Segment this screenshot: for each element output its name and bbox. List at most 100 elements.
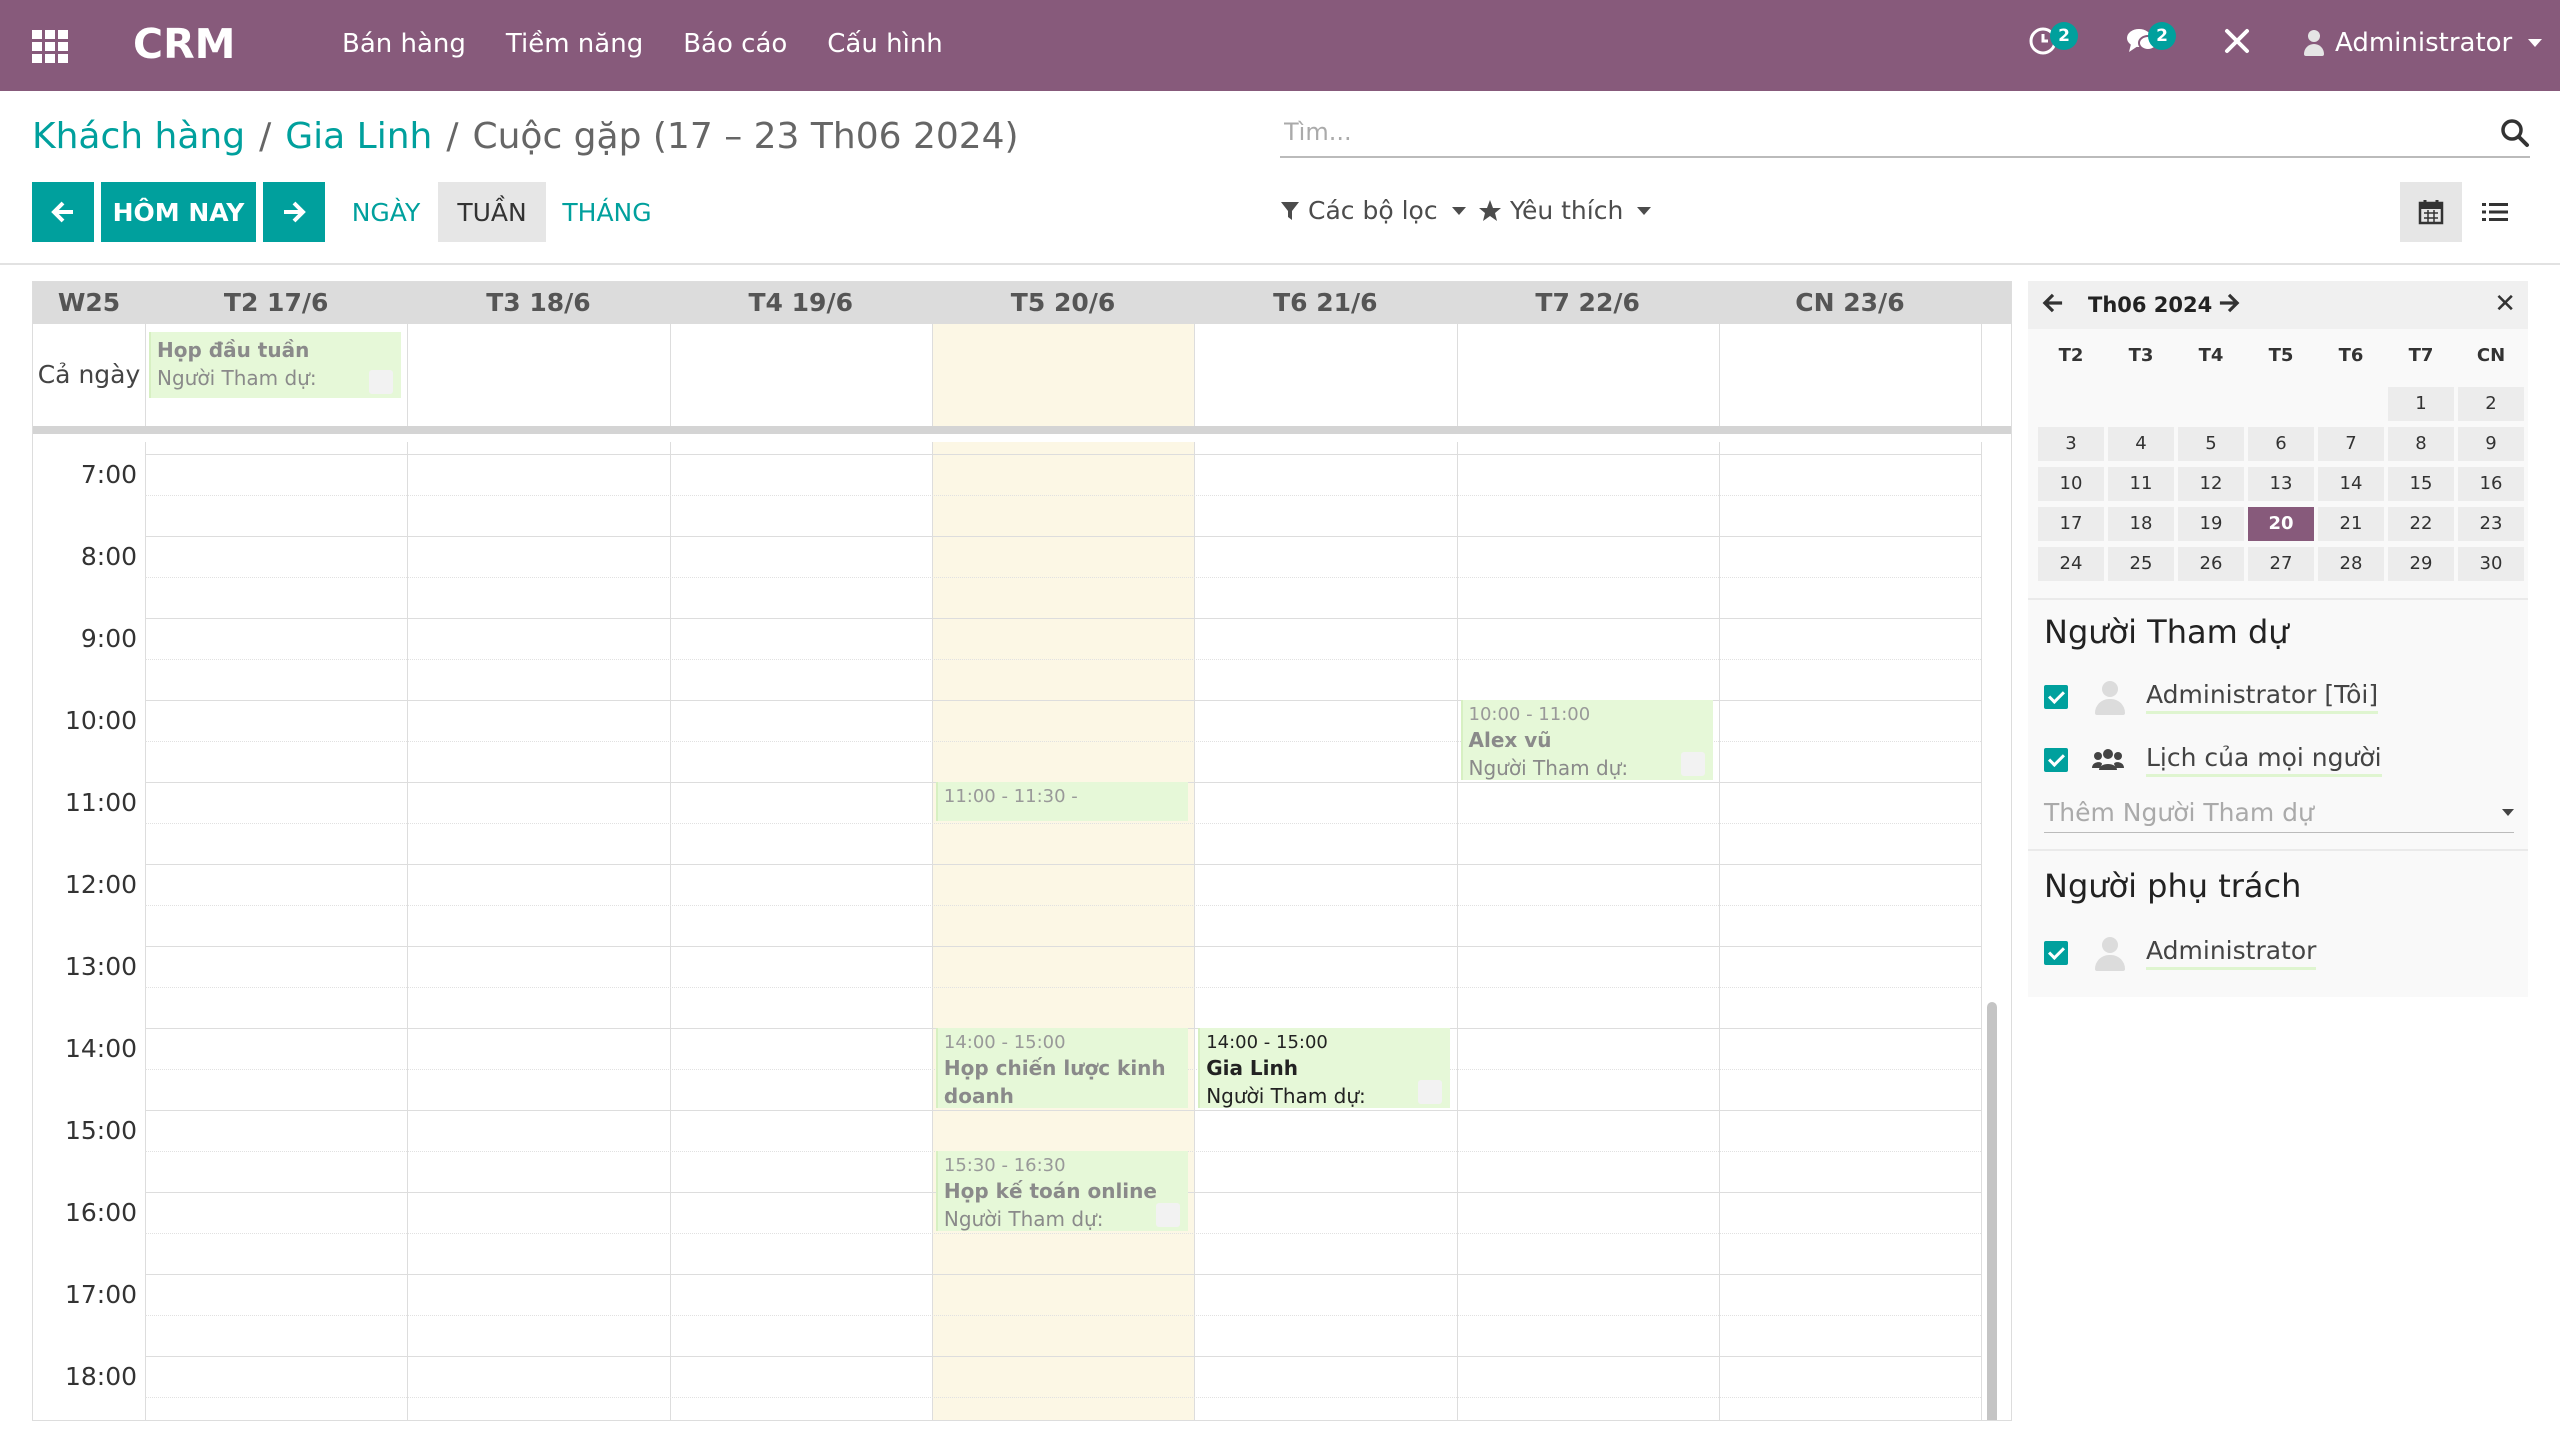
today-button[interactable]: HÔM NAY	[101, 182, 256, 242]
day-header[interactable]: T2 17/6	[145, 282, 407, 324]
chevron-down-icon	[2528, 39, 2543, 47]
scale-day-button[interactable]: NGÀY	[338, 182, 434, 242]
mini-day-cell[interactable]: 22	[2388, 507, 2454, 541]
mini-day-cell[interactable]: 14	[2318, 467, 2384, 501]
day-header[interactable]: T6 21/6	[1194, 282, 1456, 324]
hour-gridline	[145, 618, 1981, 619]
day-header[interactable]: CN 23/6	[1719, 282, 1981, 324]
attendee-checkbox[interactable]	[2044, 685, 2068, 709]
hour-gridline	[145, 864, 1981, 865]
breadcrumb-separator: /	[446, 116, 459, 157]
mini-day-cell[interactable]: 12	[2178, 467, 2244, 501]
mini-weekday-header: T6	[2338, 345, 2364, 366]
hour-label: 12:00	[64, 870, 137, 899]
mini-day-cell[interactable]: 30	[2458, 547, 2524, 581]
menu-ban-hang[interactable]: Bán hàng	[342, 29, 466, 59]
favorites-dropdown[interactable]: Yêu thích	[1478, 196, 1652, 225]
day-header[interactable]: T5 20/6	[932, 282, 1194, 324]
mini-day-cell[interactable]: 2	[2458, 387, 2524, 421]
mini-day-cell[interactable]: 18	[2108, 507, 2174, 541]
mini-day-cell[interactable]: 28	[2318, 547, 2384, 581]
search-icon[interactable]	[2500, 118, 2530, 148]
calendar-view-button[interactable]	[2400, 182, 2462, 242]
avatar	[2092, 935, 2128, 971]
search-input[interactable]	[1280, 112, 2470, 152]
calendar-event[interactable]: 14:00 - 15:00 Gia Linh Người Tham dự:	[1198, 1028, 1451, 1108]
mini-day-cell[interactable]: 7	[2318, 427, 2384, 461]
mini-day-cell[interactable]: 29	[2388, 547, 2454, 581]
mini-weekday-header: T7	[2408, 345, 2434, 366]
close-icon[interactable]: ✕	[2494, 289, 2516, 319]
mini-day-cell[interactable]: 11	[2108, 467, 2174, 501]
day-header[interactable]: T3 18/6	[407, 282, 669, 324]
menu-tiem-nang[interactable]: Tiềm năng	[506, 29, 643, 59]
mini-next-month-button[interactable]	[2218, 291, 2240, 319]
allday-event[interactable]: Họp đầu tuần Người Tham dự:	[149, 332, 402, 398]
add-attendee-select[interactable]: Thêm Người Tham dự	[2044, 793, 2514, 833]
hour-label: 15:00	[64, 1116, 137, 1145]
messages-button[interactable]: 2	[2126, 22, 2176, 64]
apps-grid-icon[interactable]	[32, 30, 68, 63]
hour-label: 18:00	[64, 1362, 137, 1391]
scrollbar-thumb[interactable]	[1987, 1002, 1997, 1420]
mini-day-cell[interactable]: 26	[2178, 547, 2244, 581]
mini-day-cell[interactable]: 25	[2108, 547, 2174, 581]
scale-month-button[interactable]: THÁNG	[552, 182, 662, 242]
hour-gridline	[145, 1110, 1981, 1111]
sidebar-divider	[2028, 849, 2528, 851]
list-view-button[interactable]	[2464, 182, 2526, 242]
menu-cau-hinh[interactable]: Cấu hình	[827, 29, 943, 59]
mini-day-cell[interactable]: 24	[2038, 547, 2104, 581]
mini-day-cell[interactable]: 13	[2248, 467, 2314, 501]
mini-day-cell[interactable]: 6	[2248, 427, 2314, 461]
mini-day-cell[interactable]: 1	[2388, 387, 2454, 421]
mini-day-cell[interactable]: 3	[2038, 427, 2104, 461]
mini-weekday-header: T3	[2128, 345, 2154, 366]
mini-day-cell[interactable]: 19	[2178, 507, 2244, 541]
mini-day-cell[interactable]: 5	[2178, 427, 2244, 461]
mini-day-cell[interactable]: 23	[2458, 507, 2524, 541]
app-brand[interactable]: CRM	[133, 20, 235, 68]
mini-day-cell[interactable]: 9	[2458, 427, 2524, 461]
attendee-checkbox[interactable]	[2044, 748, 2068, 772]
user-menu[interactable]: Administrator	[2303, 28, 2543, 58]
activity-button[interactable]: 2	[2028, 22, 2078, 64]
day-header[interactable]: T7 22/6	[1457, 282, 1719, 324]
debug-tools-button[interactable]	[2222, 26, 2252, 64]
mini-day-cell[interactable]: 4	[2108, 427, 2174, 461]
calendar-icon	[2418, 200, 2444, 225]
day-header[interactable]: T4 19/6	[670, 282, 932, 324]
owner-checkbox[interactable]	[2044, 941, 2068, 965]
mini-day-cell[interactable]: 17	[2038, 507, 2104, 541]
next-period-button[interactable]	[263, 182, 325, 242]
breadcrumb-gia-linh[interactable]: Gia Linh	[285, 116, 432, 157]
user-name: Administrator	[2335, 28, 2513, 58]
mini-prev-month-button[interactable]	[2042, 291, 2064, 319]
attendee-filter-me[interactable]: Administrator [Tôi]	[2044, 679, 2379, 715]
scale-week-button[interactable]: TUẦN	[438, 182, 546, 242]
attendee-avatar-icon	[1680, 752, 1705, 776]
calendar-event[interactable]: 11:00 - 11:30 -	[935, 782, 1189, 821]
column-divider	[931, 324, 933, 426]
column-divider	[145, 324, 146, 426]
mini-day-cell[interactable]: 20	[2248, 507, 2314, 541]
filters-dropdown[interactable]: Các bộ lọc	[1280, 196, 1466, 225]
column-divider	[1718, 324, 1720, 426]
owner-filter-administrator[interactable]: Administrator	[2044, 935, 2317, 971]
prev-period-button[interactable]	[32, 182, 94, 242]
calendar-event[interactable]: 15:30 - 16:30 Họp kế toán online Người Tha…	[935, 1151, 1189, 1231]
attendee-filter-everyone[interactable]: Lịch của mọi người	[2044, 743, 2382, 777]
mini-day-cell[interactable]: 10	[2038, 467, 2104, 501]
menu-bao-cao[interactable]: Báo cáo	[683, 29, 787, 59]
column-divider	[1981, 324, 1983, 426]
breadcrumb-khach-hang[interactable]: Khách hàng	[32, 116, 245, 157]
mini-day-cell[interactable]: 27	[2248, 547, 2314, 581]
filters-label: Các bộ lọc	[1308, 196, 1438, 225]
calendar-event[interactable]: 14:00 - 15:00 Họp chiến lược kinh doanh	[935, 1028, 1189, 1108]
mini-day-cell[interactable]: 21	[2318, 507, 2384, 541]
calendar-scrollbar[interactable]	[1983, 442, 2001, 1420]
mini-day-cell[interactable]: 15	[2388, 467, 2454, 501]
mini-day-cell[interactable]: 16	[2458, 467, 2524, 501]
mini-day-cell[interactable]: 8	[2388, 427, 2454, 461]
calendar-event[interactable]: 10:00 - 11:00 Alex vũ Người Tham dự:	[1460, 700, 1713, 780]
